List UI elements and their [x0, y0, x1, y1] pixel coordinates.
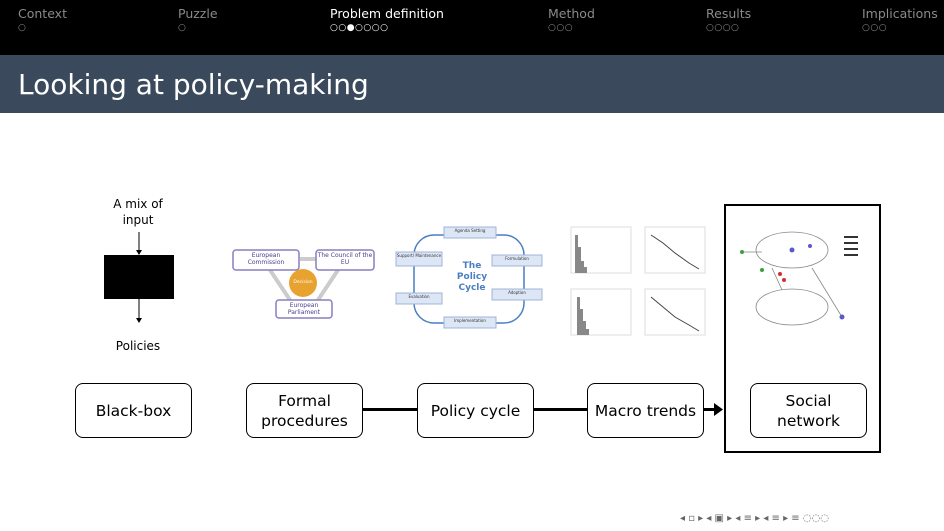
social-box-line2: network [777, 411, 840, 430]
nav-method-dots[interactable]: ○○○ [548, 23, 573, 33]
blackbox-diagram [104, 232, 174, 323]
black-box-shape [104, 255, 174, 299]
arrow-head-icon [714, 403, 723, 416]
beamer-navigation-symbols[interactable]: ◂ ▫ ▸ ◂ ▣ ▸ ◂ ≡ ▸ ◂ ≡ ▸ ≡ ◌◌◌ [680, 513, 829, 524]
policy-cycle-box-label: Policy cycle [430, 401, 521, 420]
nav-results-dots[interactable]: ○○○○ [706, 23, 739, 33]
formal-council-label: The Council of the EU [317, 252, 373, 266]
nav-implications[interactable]: Implications [862, 6, 938, 21]
nav-puzzle-dots[interactable]: ○ [178, 23, 186, 33]
title-bar: Looking at policy-making [0, 55, 944, 113]
cycle-step-support: Support/ Maintenance [396, 253, 442, 258]
output-label: Policies [115, 339, 161, 353]
social-box-line1: Social [785, 391, 832, 410]
social-network-box: Social network [750, 383, 867, 438]
nav-problem-definition[interactable]: Problem definition [330, 6, 444, 21]
policy-cycle-center-label: The Policy Cycle [456, 261, 488, 293]
cycle-step-adoption: Adoption [508, 290, 526, 295]
connector-cycle-macro [532, 408, 588, 411]
connector-formal-cycle [362, 408, 419, 411]
nav-context-dots[interactable]: ○ [18, 23, 26, 33]
formal-box-line2: procedures [261, 411, 348, 430]
nav-problem-definition-dots[interactable]: ○○●○○○○ [330, 23, 388, 33]
nav-results[interactable]: Results [706, 6, 751, 21]
formal-parliament-label: European Parliament [287, 302, 321, 316]
macro-trends-plots [570, 226, 706, 336]
formal-decision-label: Decision [293, 280, 313, 285]
macro-trends-box: Macro trends [587, 383, 704, 438]
formal-commission-label: European Commission [247, 252, 285, 266]
nav-implications-dots[interactable]: ○○○ [862, 23, 887, 33]
nav-context[interactable]: Context [18, 6, 67, 21]
section-navigation: Context ○ Puzzle ○ Problem definition ○○… [0, 0, 944, 55]
macro-trends-box-label: Macro trends [594, 401, 697, 420]
cycle-step-evaluation: Evaluation [408, 294, 430, 299]
blackbox-box-label: Black-box [95, 401, 172, 420]
cycle-step-implementation: Implementation [454, 318, 486, 323]
formal-box-line1: Formal [278, 391, 331, 410]
nav-puzzle[interactable]: Puzzle [178, 6, 218, 21]
formal-procedures-box: Formal procedures [246, 383, 363, 438]
input-label: A mix of input [113, 197, 163, 227]
slide-title: Looking at policy-making [18, 68, 369, 101]
policy-cycle-box: Policy cycle [417, 383, 534, 438]
nav-method[interactable]: Method [548, 6, 595, 21]
cycle-step-formulation: Formulation [505, 256, 529, 261]
blackbox-box: Black-box [75, 383, 192, 438]
cycle-step-agenda: Agenda Setting [454, 228, 486, 233]
